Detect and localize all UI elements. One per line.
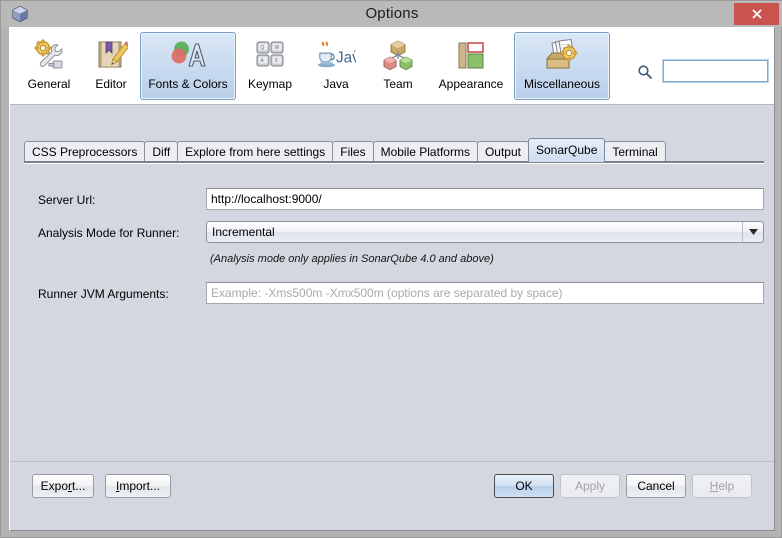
help-label-post: elp: [718, 479, 735, 493]
category-label: Team: [383, 77, 413, 91]
page-title: Options: [365, 5, 419, 22]
close-glyph: [752, 9, 761, 19]
help-button: Help: [692, 474, 752, 498]
category-appearance[interactable]: Appearance: [428, 32, 514, 100]
notebook-pencil-icon: [91, 37, 131, 75]
tab-diff[interactable]: Diff: [144, 141, 179, 162]
search-input[interactable]: [662, 59, 769, 83]
search-icon: [637, 64, 653, 80]
category-label: Miscellaneous: [523, 77, 601, 91]
tab-terminal[interactable]: Terminal: [604, 141, 666, 162]
ok-label: OK: [515, 479, 533, 493]
category-label: Fonts & Colors: [148, 77, 228, 91]
category-label: Java: [323, 77, 349, 91]
category-java[interactable]: Java ™ Java: [304, 32, 368, 100]
category-editor[interactable]: Editor: [82, 32, 140, 100]
category-label: Editor: [95, 77, 127, 91]
category-label: Keymap: [247, 77, 293, 91]
options-window: Options General Editor Fonts & Colors Q …: [0, 0, 782, 538]
java-coffee-icon: Java ™: [316, 37, 356, 75]
chevron-down-icon[interactable]: [742, 222, 763, 242]
options-dialog: General Editor Fonts & Colors Q W A S Ke…: [9, 27, 775, 531]
import-label-post: mport...: [119, 479, 161, 493]
documents-gear-icon: [542, 37, 582, 75]
category-label: Appearance: [438, 77, 504, 91]
category-team[interactable]: Team: [368, 32, 428, 100]
export-label-pre: Expo: [40, 479, 68, 493]
tab-strip: CSS Preprocessors Diff Explore from here…: [24, 138, 764, 162]
svg-text:™: ™: [353, 50, 356, 57]
apply-button: Apply: [560, 474, 620, 498]
tab-output[interactable]: Output: [476, 141, 529, 162]
cancel-button[interactable]: Cancel: [626, 474, 686, 498]
import-button[interactable]: Import...: [105, 474, 171, 498]
analysis-mode-value: Incremental: [212, 225, 275, 239]
tab-explore-from-here[interactable]: Explore from here settings: [177, 141, 334, 162]
tab-css-preprocessors[interactable]: CSS Preprocessors: [24, 141, 146, 162]
category-general[interactable]: General: [16, 32, 82, 100]
svg-text:Q: Q: [261, 45, 265, 51]
tab-mobile-platforms[interactable]: Mobile Platforms: [372, 141, 478, 162]
category-label: General: [27, 77, 71, 91]
analysis-mode-combobox[interactable]: Incremental: [206, 221, 764, 243]
keyboard-keys-icon: QW AS: [250, 37, 290, 75]
tab-sonarqube[interactable]: SonarQube: [527, 138, 606, 162]
font-colors-icon: [168, 37, 208, 75]
title-bar: Options: [1, 1, 782, 27]
jvm-arguments-label: Runner JVM Arguments:: [38, 287, 169, 301]
sonarqube-settings-panel: Server Url: Analysis Mode for Runner: In…: [10, 164, 774, 510]
cancel-label: Cancel: [637, 479, 675, 493]
gear-wrench-icon: [29, 37, 69, 75]
category-keymap[interactable]: QW AS Keymap: [236, 32, 304, 100]
svg-text:W: W: [275, 45, 280, 51]
tab-files[interactable]: Files: [332, 141, 374, 162]
category-miscellaneous[interactable]: Miscellaneous: [514, 32, 610, 100]
dialog-button-bar: Expo r t... Import... OK Apply Cancel Help: [10, 461, 774, 510]
export-button[interactable]: Expo r t...: [32, 474, 94, 498]
layout-panes-icon: [451, 37, 491, 75]
close-icon[interactable]: [734, 3, 779, 25]
apply-label: Apply: [574, 479, 606, 493]
analysis-mode-hint: (Analysis mode only applies in SonarQube…: [210, 253, 494, 265]
team-cubes-icon: [378, 37, 418, 75]
help-label-mnemonic: H: [709, 479, 719, 493]
analysis-mode-label: Analysis Mode for Runner:: [38, 226, 180, 240]
server-url-input[interactable]: [206, 188, 764, 210]
category-fonts-and-colors[interactable]: Fonts & Colors: [140, 32, 236, 100]
ok-button[interactable]: OK: [494, 474, 554, 498]
export-label-post: t...: [72, 479, 86, 493]
jvm-arguments-input[interactable]: [206, 282, 764, 304]
server-url-label: Server Url:: [38, 193, 96, 207]
category-toolbar: General Editor Fonts & Colors Q W A S Ke…: [10, 28, 774, 105]
